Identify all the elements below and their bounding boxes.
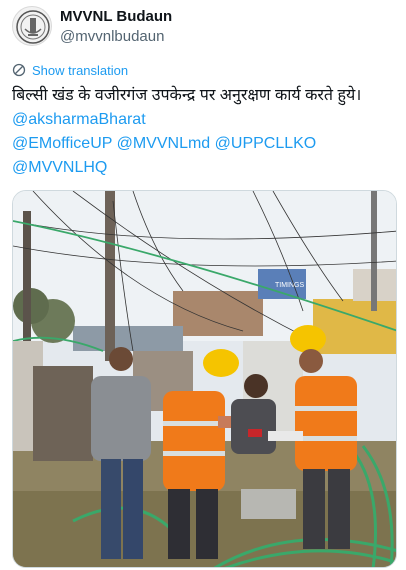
display-name[interactable]: MVVNL Budaun: [60, 8, 172, 25]
user-handle[interactable]: @mvvnlbudaun: [60, 28, 164, 45]
tweet-text: बिल्सी खंड के वजीरगंज उपकेन्द्र पर अनुरक…: [12, 84, 404, 180]
mention-link[interactable]: @UPPCLLKO: [215, 135, 317, 152]
tweet-body: बिल्सी खंड के वजीरगंज उपकेन्द्र पर अनुरक…: [12, 87, 362, 104]
emblem-logo-icon: [16, 10, 50, 44]
tweet-photo[interactable]: TIMINGS: [12, 190, 397, 568]
avatar[interactable]: [12, 6, 52, 46]
translation-label: Show translation: [32, 62, 129, 78]
mention-link[interactable]: @MVVNLmd: [117, 135, 211, 152]
translate-icon: [12, 63, 26, 77]
substation-photo: TIMINGS: [13, 191, 396, 567]
show-translation-link[interactable]: Show translation: [12, 61, 128, 79]
mention-link[interactable]: @MVVNLHQ: [12, 159, 107, 176]
tweet-header: MVVNL Budaun @mvvnlbudaun: [12, 6, 402, 46]
mention-link[interactable]: @EMofficeUP: [12, 135, 112, 152]
mention-link[interactable]: @aksharmaBharat: [12, 111, 146, 128]
billboard-text: TIMINGS: [275, 282, 304, 289]
